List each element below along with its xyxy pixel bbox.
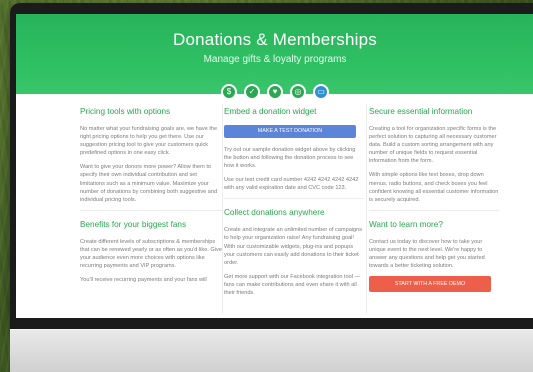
- secure-paragraph: Creating a tool for organization specifi…: [369, 125, 497, 165]
- free-demo-button[interactable]: START WITH A FREE DEMO: [369, 276, 491, 293]
- secure-paragraph: With simple options like text boxes, dro…: [369, 172, 499, 203]
- section-divider: [224, 198, 364, 200]
- section-divider: [369, 209, 499, 211]
- collect-paragraph: Create and integrate an unlimited number…: [224, 227, 363, 266]
- column-divider: [222, 104, 223, 314]
- widget-paragraph: Try out our sample donation widget above…: [224, 146, 356, 170]
- benefits-heading: Benefits for your biggest fans: [80, 219, 187, 229]
- collect-paragraph: Get more support with our Facebook integ…: [224, 273, 361, 297]
- widget-paragraph: Use our test credit card number 4242 424…: [224, 177, 359, 192]
- pricing-paragraph: Want to give your donors more power? All…: [80, 164, 218, 203]
- pricing-column: Pricing tools with options No matter wha…: [80, 106, 222, 290]
- monitor-chin: [10, 329, 533, 372]
- benefits-paragraph: You'll receive recurring payments and yo…: [80, 277, 207, 284]
- screen: Donations & Memberships Manage gifts & l…: [16, 14, 533, 318]
- heart-icon[interactable]: ♥: [267, 84, 283, 100]
- secure-heading: Secure essential information: [369, 107, 473, 116]
- column-divider: [366, 104, 367, 314]
- check-icon[interactable]: ✓: [244, 84, 260, 100]
- learn-more-heading: Want to learn more?: [369, 219, 443, 229]
- card-icon[interactable]: ▭: [313, 84, 329, 100]
- secure-column: Secure essential information Creating a …: [369, 106, 499, 293]
- learn-more-paragraph: Contact us today to discover how to take…: [369, 238, 485, 270]
- globe-icon[interactable]: ◎: [290, 84, 306, 100]
- collect-heading: Collect donations anywhere: [224, 208, 325, 218]
- pricing-paragraph: No matter what your fundraising goals ar…: [80, 125, 218, 157]
- widget-heading: Embed a donation widget: [224, 107, 317, 116]
- section-divider: [80, 209, 222, 211]
- widget-column: Embed a donation widget MAKE A TEST DONA…: [224, 106, 364, 303]
- feature-icon-row: $ ✓ ♥ ◎ ▭: [16, 84, 533, 104]
- test-donation-button[interactable]: MAKE A TEST DONATION: [224, 124, 356, 138]
- hero-title: Donations & Memberships: [173, 30, 377, 49]
- dollar-icon[interactable]: $: [221, 84, 237, 100]
- pricing-heading: Pricing tools with options: [80, 107, 171, 116]
- hero-banner: Donations & Memberships Manage gifts & l…: [16, 14, 533, 94]
- benefits-paragraph: Create different levels of subscriptions…: [80, 238, 222, 270]
- hero-subtitle: Manage gifts & loyalty programs: [203, 54, 347, 65]
